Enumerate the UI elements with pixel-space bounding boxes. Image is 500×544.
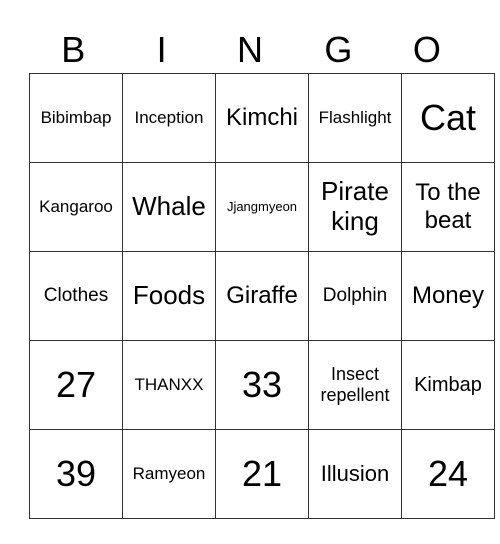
bingo-cell[interactable]: Cat xyxy=(401,73,495,163)
bingo-cell[interactable]: Insect repellent xyxy=(308,340,402,430)
bingo-cell[interactable]: 24 xyxy=(401,429,495,519)
bingo-cell[interactable]: Whale xyxy=(122,162,216,252)
bingo-cell[interactable]: Bibimbap xyxy=(29,73,123,163)
bingo-cell[interactable]: 33 xyxy=(215,340,309,430)
bingo-row: Kangaroo Whale Jjangmyeon Pirate king To the… xyxy=(29,162,495,252)
bingo-cell[interactable]: Kimbap xyxy=(401,340,495,430)
bingo-cell[interactable]: 27 xyxy=(29,340,123,430)
bingo-cell[interactable]: Ramyeon xyxy=(122,429,216,519)
bingo-row: 27 THANXX 33 Insect repellent Kimbap xyxy=(29,340,495,430)
bingo-row: Bibimbap Inception Kimchi Flashlight Cat xyxy=(29,73,495,163)
bingo-cell[interactable]: Jjangmyeon xyxy=(215,162,309,252)
bingo-cell[interactable]: Flashlight xyxy=(308,73,402,163)
bingo-cell[interactable]: Kimchi xyxy=(215,73,309,163)
bingo-row: 39 Ramyeon 21 Illusion 24 xyxy=(29,429,495,519)
header-letter-b: B xyxy=(61,29,86,70)
bingo-cell[interactable]: Inception xyxy=(122,73,216,163)
bingo-cell[interactable]: Pirate king xyxy=(308,162,402,252)
bingo-cell[interactable]: Dolphin xyxy=(308,251,402,341)
bingo-cell[interactable]: To the beat xyxy=(401,162,495,252)
bingo-cell[interactable]: Foods xyxy=(122,251,216,341)
bingo-cell[interactable]: Kangaroo xyxy=(29,162,123,252)
bingo-header: B I N G O xyxy=(29,26,471,74)
bingo-cell[interactable]: Giraffe xyxy=(215,251,309,341)
bingo-cell[interactable]: Clothes xyxy=(29,251,123,341)
bingo-grid: Bibimbap Inception Kimchi Flashlight Cat Kang… xyxy=(29,73,495,519)
bingo-cell[interactable]: Money xyxy=(401,251,495,341)
bingo-cell[interactable]: 39 xyxy=(29,429,123,519)
bingo-cell[interactable]: Illusion xyxy=(308,429,402,519)
header-letter-n: N xyxy=(237,29,264,70)
header-letter-o: O xyxy=(412,29,441,70)
bingo-row: Clothes Foods Giraffe Dolphin Money xyxy=(29,251,495,341)
bingo-cell[interactable]: 21 xyxy=(215,429,309,519)
bingo-cell[interactable]: THANXX xyxy=(122,340,216,430)
header-letter-g: G xyxy=(324,29,353,70)
header-letter-i: I xyxy=(156,29,167,70)
